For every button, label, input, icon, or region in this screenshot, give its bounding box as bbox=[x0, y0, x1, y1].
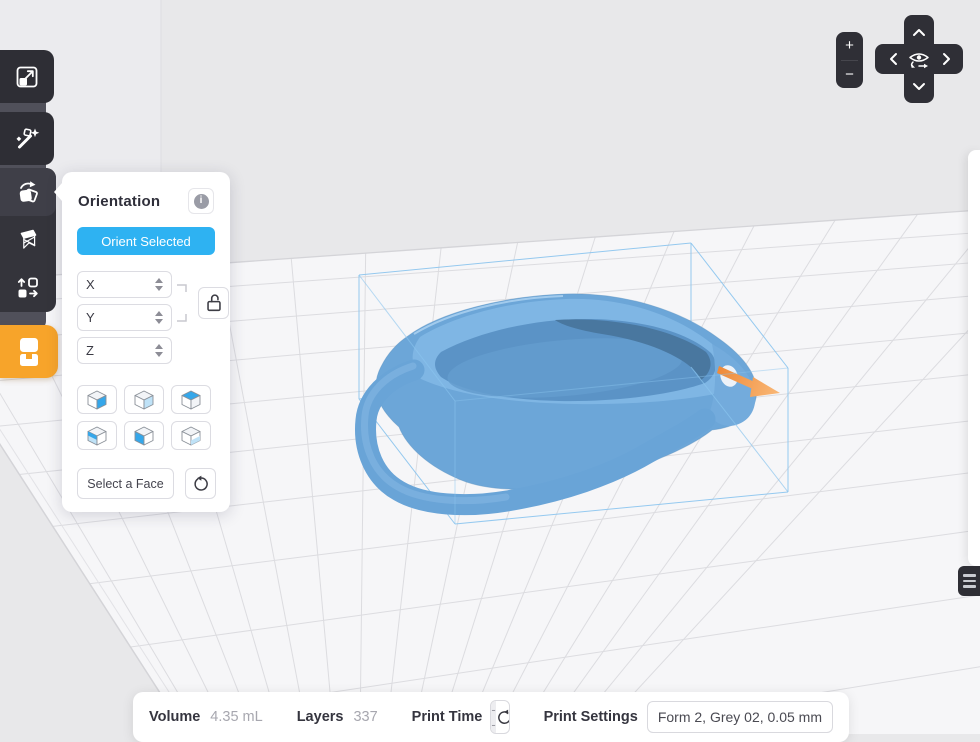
axis-x-field[interactable]: X bbox=[77, 271, 172, 298]
cube-top-left-face-icon bbox=[85, 425, 109, 447]
model-list-button[interactable] bbox=[958, 566, 980, 596]
model-list-panel-edge[interactable] bbox=[968, 150, 980, 566]
chevron-down-icon bbox=[912, 82, 926, 91]
layout-arrange-icon bbox=[15, 275, 41, 301]
orientation-rotate-icon bbox=[14, 178, 42, 206]
orientation-tool-button[interactable] bbox=[0, 168, 56, 216]
cube-bottom-face-button[interactable] bbox=[171, 421, 211, 450]
zoom-out-button[interactable]: − bbox=[836, 61, 863, 89]
lock-bracket bbox=[177, 283, 195, 323]
layout-tool-button[interactable] bbox=[0, 264, 56, 312]
size-tool-button[interactable] bbox=[0, 50, 54, 103]
volume-label: Volume bbox=[149, 709, 200, 725]
axis-lock-button[interactable] bbox=[198, 287, 229, 319]
orbit-view-button[interactable] bbox=[906, 46, 932, 72]
printer-button[interactable] bbox=[0, 325, 58, 378]
cube-right-face-light-button[interactable] bbox=[124, 385, 164, 414]
axis-z-label: Z bbox=[86, 343, 94, 358]
orbit-eye-icon bbox=[906, 46, 932, 72]
cube-left-face-button[interactable] bbox=[124, 421, 164, 450]
resize-icon bbox=[14, 64, 40, 90]
refresh-icon bbox=[496, 709, 510, 726]
cube-left-face-icon bbox=[132, 425, 156, 447]
tool-group bbox=[0, 168, 56, 312]
cube-top-face-icon bbox=[179, 389, 203, 411]
zoom-in-button[interactable]: + bbox=[836, 32, 863, 60]
cube-right-face-icon bbox=[85, 389, 109, 411]
axis-z-stepper[interactable] bbox=[155, 344, 163, 357]
select-a-face-button[interactable]: Select a Face bbox=[77, 468, 174, 499]
rotate-ccw-icon bbox=[192, 475, 210, 493]
print-time-refresh-button[interactable] bbox=[496, 701, 510, 733]
layers-label: Layers bbox=[297, 709, 344, 725]
chevron-up-icon bbox=[912, 28, 926, 37]
print-time-control: -- bbox=[490, 700, 509, 734]
axis-y-label: Y bbox=[86, 310, 95, 325]
supports-tool-button[interactable] bbox=[0, 216, 56, 264]
axis-y-field[interactable]: Y bbox=[77, 304, 172, 331]
axis-y-stepper[interactable] bbox=[155, 311, 163, 324]
zoom-control: + − bbox=[836, 32, 863, 88]
volume-value: 4.35 mL bbox=[210, 709, 262, 725]
pan-up-button[interactable] bbox=[906, 21, 932, 43]
unlock-icon bbox=[203, 292, 225, 314]
cube-right-face-light-icon bbox=[132, 389, 156, 411]
pan-right-button[interactable] bbox=[933, 48, 959, 70]
layers-value: 337 bbox=[353, 709, 377, 725]
print-settings-label: Print Settings bbox=[544, 709, 638, 725]
info-icon: i bbox=[194, 194, 209, 209]
axis-x-stepper[interactable] bbox=[155, 278, 163, 291]
one-click-print-button[interactable] bbox=[0, 112, 54, 165]
status-bar: Volume 4.35 mL Layers 337 Print Time -- … bbox=[133, 692, 849, 742]
panel-title: Orientation bbox=[78, 193, 160, 210]
info-button[interactable]: i bbox=[188, 188, 214, 214]
cube-top-left-face-button[interactable] bbox=[77, 421, 117, 450]
orient-selected-button[interactable]: Orient Selected bbox=[77, 227, 215, 255]
cube-right-face-button[interactable] bbox=[77, 385, 117, 414]
supports-scaffold-icon bbox=[15, 227, 41, 253]
print-settings-value[interactable]: Form 2, Grey 02, 0.05 mm bbox=[647, 701, 833, 733]
axis-x-label: X bbox=[86, 277, 95, 292]
panel-caret bbox=[54, 183, 62, 201]
axis-z-field[interactable]: Z bbox=[77, 337, 172, 364]
cube-bottom-face-icon bbox=[179, 425, 203, 447]
print-time-label: Print Time bbox=[412, 709, 483, 725]
orientation-panel: Orientation i Orient Selected X Y Z bbox=[62, 172, 230, 512]
chevron-right-icon bbox=[942, 52, 951, 66]
reset-orientation-button[interactable] bbox=[185, 468, 216, 499]
resin-cartridge-icon bbox=[14, 336, 44, 368]
axis-fields: X Y Z bbox=[77, 271, 172, 370]
pan-down-button[interactable] bbox=[906, 75, 932, 97]
pan-left-button[interactable] bbox=[880, 48, 906, 70]
list-icon bbox=[963, 574, 976, 577]
chevron-left-icon bbox=[889, 52, 898, 66]
orientation-cube-buttons bbox=[77, 385, 211, 450]
view-dpad bbox=[875, 15, 963, 103]
magic-wand-icon bbox=[14, 126, 40, 152]
cube-top-face-button[interactable] bbox=[171, 385, 211, 414]
